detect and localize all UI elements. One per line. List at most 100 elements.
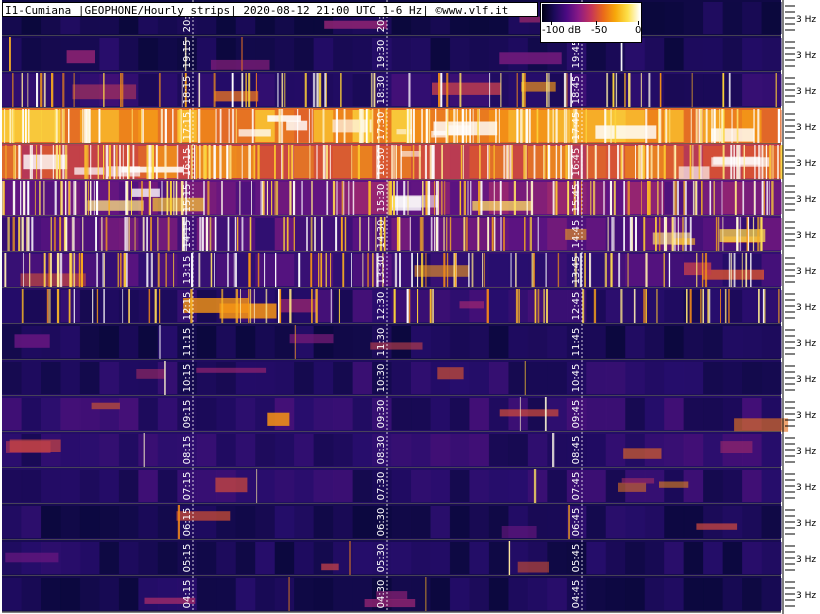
spike-line bbox=[463, 181, 466, 215]
strip-texture-cell bbox=[274, 506, 295, 538]
spike-line bbox=[648, 181, 651, 215]
strip-texture-cell bbox=[41, 362, 62, 394]
strip-texture-cell bbox=[449, 38, 470, 70]
strip-texture-cell bbox=[411, 74, 432, 106]
spike-line bbox=[523, 145, 526, 179]
spike-line bbox=[698, 109, 700, 143]
strip-texture-cell bbox=[644, 578, 665, 610]
time-label: 06:30 bbox=[376, 508, 387, 537]
spike-line bbox=[739, 217, 741, 251]
spike-line bbox=[205, 217, 209, 251]
spike-line bbox=[249, 289, 252, 323]
spike-line bbox=[325, 253, 327, 287]
spike-line bbox=[610, 109, 612, 143]
spike-line bbox=[424, 145, 427, 179]
time-label: 05:30 bbox=[376, 544, 387, 573]
spike-line bbox=[208, 145, 211, 179]
time-label: 16:45 bbox=[571, 148, 582, 177]
spike-line bbox=[563, 109, 566, 143]
spike-line bbox=[620, 145, 623, 179]
strip-texture-cell bbox=[235, 254, 256, 286]
spike-line bbox=[159, 289, 161, 323]
spike-line bbox=[633, 289, 636, 323]
spike-line bbox=[40, 73, 43, 107]
spike-line bbox=[593, 289, 597, 323]
spike-line bbox=[105, 217, 108, 251]
strip-texture-cell bbox=[216, 578, 237, 610]
strip-separator bbox=[2, 611, 781, 613]
spike-line bbox=[483, 253, 485, 287]
strip-texture-cell bbox=[21, 110, 42, 142]
spike-line bbox=[736, 217, 739, 251]
strip-texture-cell bbox=[703, 506, 724, 538]
strip-texture-cell bbox=[41, 38, 62, 70]
spike-line bbox=[87, 181, 90, 215]
strip-texture-cell bbox=[138, 326, 159, 358]
strip-texture-cell bbox=[333, 398, 354, 430]
strip-texture-cell bbox=[761, 326, 782, 358]
strip-texture-cell bbox=[235, 218, 256, 250]
spike-line bbox=[29, 145, 31, 179]
strip-texture-cell bbox=[294, 38, 315, 70]
spike-line bbox=[62, 73, 65, 107]
strip-texture-cell bbox=[391, 218, 412, 250]
strip-texture-cell bbox=[274, 470, 295, 502]
spike-line bbox=[13, 109, 15, 143]
spike-line bbox=[663, 145, 666, 179]
spike-line bbox=[165, 253, 167, 287]
spike-line bbox=[316, 73, 319, 107]
spike-line bbox=[700, 145, 702, 179]
strip-texture-cell bbox=[294, 362, 315, 394]
spike-line bbox=[488, 145, 491, 179]
strip-texture-cell bbox=[586, 290, 607, 322]
spike-line bbox=[552, 181, 555, 215]
time-label: 14:45 bbox=[571, 220, 582, 249]
strip-texture-cell bbox=[430, 326, 451, 358]
spike-line bbox=[657, 181, 659, 215]
strip-texture-cell bbox=[235, 434, 256, 466]
strip-texture-cell bbox=[703, 362, 724, 394]
strip-texture-cell bbox=[391, 38, 412, 70]
strip-texture-cell bbox=[683, 74, 704, 106]
spike-line bbox=[226, 145, 228, 179]
spike-line bbox=[471, 253, 474, 287]
spike-line bbox=[477, 109, 479, 143]
spike-line bbox=[304, 73, 307, 107]
strip-texture-cell bbox=[703, 38, 724, 70]
spike-line bbox=[608, 145, 611, 179]
spike-line bbox=[56, 289, 60, 323]
spike-line bbox=[611, 253, 613, 287]
spike-line bbox=[39, 181, 41, 215]
spike-line bbox=[409, 217, 411, 251]
strip-texture-cell bbox=[586, 218, 607, 250]
spike-line bbox=[50, 217, 52, 251]
spike-line bbox=[566, 73, 568, 107]
strip-texture-cell bbox=[157, 434, 178, 466]
spike-line bbox=[199, 217, 202, 251]
time-label: 16:15 bbox=[182, 148, 193, 177]
spike-line bbox=[326, 181, 329, 215]
time-label: 14:30 bbox=[376, 220, 387, 249]
spike-line bbox=[18, 145, 21, 179]
strip-texture-cell bbox=[605, 326, 626, 358]
spike-line bbox=[335, 217, 338, 251]
spike-line bbox=[617, 145, 620, 179]
time-label: 11:30 bbox=[376, 328, 387, 357]
spike-line bbox=[537, 217, 539, 251]
spike-line bbox=[146, 145, 149, 179]
spike-line bbox=[524, 145, 527, 179]
strip-texture-cell bbox=[547, 506, 568, 538]
strip-texture-cell bbox=[274, 362, 295, 394]
spike-line bbox=[508, 145, 510, 179]
strip-texture-cell bbox=[118, 398, 139, 430]
spike-line bbox=[547, 145, 550, 179]
spike-line bbox=[393, 289, 396, 323]
spike-line bbox=[360, 109, 362, 143]
spike-line bbox=[529, 217, 532, 251]
spike-line bbox=[68, 109, 70, 143]
spike-line bbox=[231, 109, 235, 143]
spike-line bbox=[421, 109, 423, 143]
spike-line bbox=[335, 109, 338, 143]
spike-line bbox=[73, 217, 75, 251]
spike-line bbox=[143, 433, 145, 467]
